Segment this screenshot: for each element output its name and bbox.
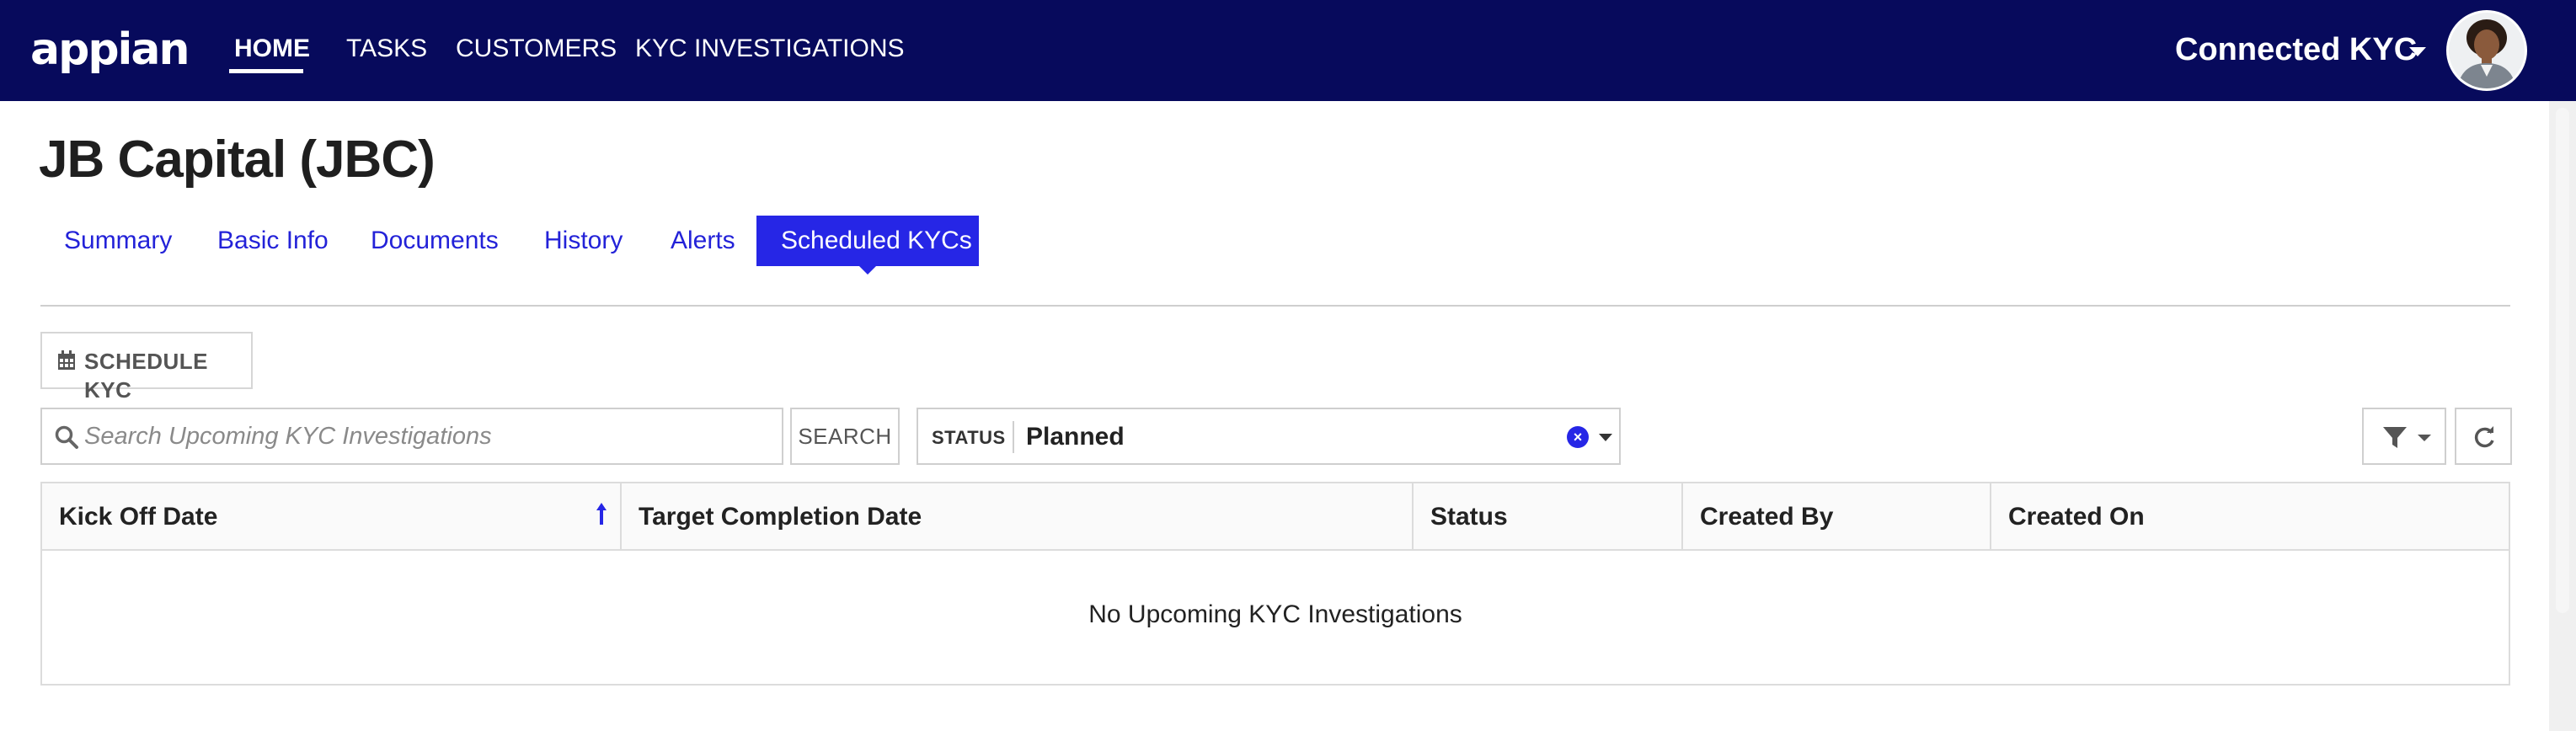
tab-scheduled-kycs-label[interactable]: Scheduled KYCs — [781, 224, 972, 258]
tab-summary[interactable]: Summary — [64, 224, 172, 258]
nav-customers[interactable]: CUSTOMERS — [456, 34, 617, 64]
search-icon — [55, 425, 78, 449]
schedule-kyc-button[interactable]: SCHEDULE KYC — [40, 332, 253, 403]
column-header-label: Created By — [1700, 503, 1834, 531]
status-filter-label: STATUS — [932, 427, 1006, 448]
search-button[interactable]: SEARCH — [790, 408, 900, 465]
column-kick-off-date[interactable]: Kick Off Date — [42, 483, 622, 549]
nav-kyc-investigations[interactable]: KYC INVESTIGATIONS — [635, 34, 905, 64]
top-navigation-bar: appian HOME TASKS CUSTOMERS KYC INVESTIG… — [0, 0, 2576, 101]
column-header-label: Created On — [2008, 503, 2145, 531]
column-target-completion-date[interactable]: Target Completion Date — [622, 483, 1414, 549]
column-status[interactable]: Status — [1414, 483, 1683, 549]
kyc-grid: Kick Off Date Target Completion Date Sta… — [40, 482, 2510, 686]
status-filter-value: Planned — [1026, 423, 1125, 451]
user-avatar[interactable] — [2446, 10, 2527, 91]
page-title: JB Capital (JBC) — [39, 131, 436, 189]
appian-logo[interactable]: appian — [30, 22, 190, 77]
filter-separator — [1013, 421, 1014, 453]
tabs-divider — [40, 305, 2510, 307]
grid-header: Kick Off Date Target Completion Date Sta… — [42, 483, 2509, 551]
active-tab-pointer — [858, 265, 877, 275]
filter-icon — [2383, 427, 2407, 448]
refresh-button[interactable] — [2455, 408, 2512, 465]
calendar-icon — [58, 350, 75, 370]
status-filter-dropdown[interactable]: STATUS Planned × — [917, 408, 1621, 465]
avatar-image — [2449, 13, 2525, 88]
column-header-label: Target Completion Date — [639, 503, 922, 531]
tab-documents[interactable]: Documents — [371, 224, 499, 258]
nav-active-indicator — [229, 69, 303, 73]
column-created-by[interactable]: Created By — [1683, 483, 1991, 549]
app-switcher[interactable]: Connected KYC — [2175, 30, 2417, 69]
search-box[interactable] — [40, 408, 783, 465]
scrollbar-thumb[interactable] — [2556, 108, 2569, 613]
grid-empty-message: No Upcoming KYC Investigations — [1088, 600, 1462, 628]
tab-history[interactable]: History — [544, 224, 623, 258]
refresh-icon — [2474, 426, 2494, 448]
chevron-down-icon[interactable] — [1599, 434, 1612, 441]
column-created-on[interactable]: Created On — [1991, 483, 2509, 549]
sort-ascending-icon[interactable] — [595, 502, 608, 526]
nav-tasks[interactable]: TASKS — [346, 34, 427, 64]
search-input[interactable] — [84, 419, 758, 453]
chevron-down-icon — [2418, 435, 2431, 441]
schedule-kyc-label: SCHEDULE KYC — [84, 349, 209, 403]
tab-basic-info[interactable]: Basic Info — [217, 224, 329, 258]
column-header-label: Status — [1430, 503, 1508, 531]
filter-button[interactable] — [2362, 408, 2446, 465]
chevron-down-icon[interactable] — [2409, 47, 2426, 56]
column-header-label: Kick Off Date — [59, 503, 218, 531]
clear-circle-icon[interactable]: × — [1567, 426, 1589, 448]
tab-alerts[interactable]: Alerts — [671, 224, 735, 258]
nav-home[interactable]: HOME — [234, 34, 310, 64]
